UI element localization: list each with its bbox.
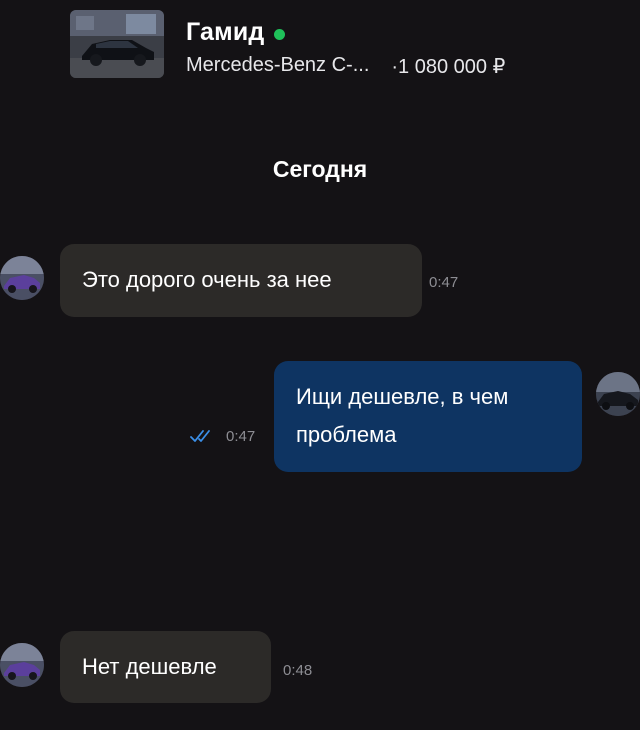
avatar-car-icon xyxy=(0,643,44,687)
contact-name-row[interactable]: Гамид xyxy=(186,18,286,47)
listing-thumbnail[interactable] xyxy=(70,10,164,78)
message-time: 0:48 xyxy=(283,662,313,679)
message-text-line1: Ищи дешевле, в чем xyxy=(296,384,509,409)
chat-screen: Гамид Mercedes-Benz C-... ·1 080 000 ₽ С… xyxy=(0,0,640,730)
listing-info[interactable]: Mercedes-Benz C-... ·1 080 000 ₽ xyxy=(186,54,505,79)
chat-header: Гамид Mercedes-Benz C-... ·1 080 000 ₽ xyxy=(0,0,640,92)
own-avatar[interactable] xyxy=(596,372,640,416)
online-status-indicator xyxy=(274,29,286,40)
message-time: 0:47 xyxy=(429,274,459,291)
listing-title: Mercedes-Benz C-... xyxy=(186,54,370,76)
car-photo-icon xyxy=(70,10,164,78)
listing-price: ·1 080 000 ₽ xyxy=(391,56,506,78)
message-time: 0:47 xyxy=(226,428,256,445)
avatar-car-icon xyxy=(0,256,44,300)
message-text: Это дорого очень за нее xyxy=(82,267,332,292)
message-bubble-incoming[interactable]: Нет дешевле xyxy=(60,631,271,703)
avatar-car-icon xyxy=(596,372,640,416)
date-divider: Сегодня xyxy=(272,156,368,182)
contact-name: Гамид xyxy=(186,18,265,46)
message-text: Нет дешевле xyxy=(82,654,217,679)
message-text-line2: проблема xyxy=(296,422,397,447)
message-bubble-incoming[interactable]: Это дорого очень за нее xyxy=(60,244,422,317)
sender-avatar[interactable] xyxy=(0,643,44,687)
message-bubble-outgoing[interactable]: Ищи дешевле, в чем проблема xyxy=(274,361,582,472)
double-check-icon xyxy=(190,430,210,442)
sender-avatar[interactable] xyxy=(0,256,44,300)
